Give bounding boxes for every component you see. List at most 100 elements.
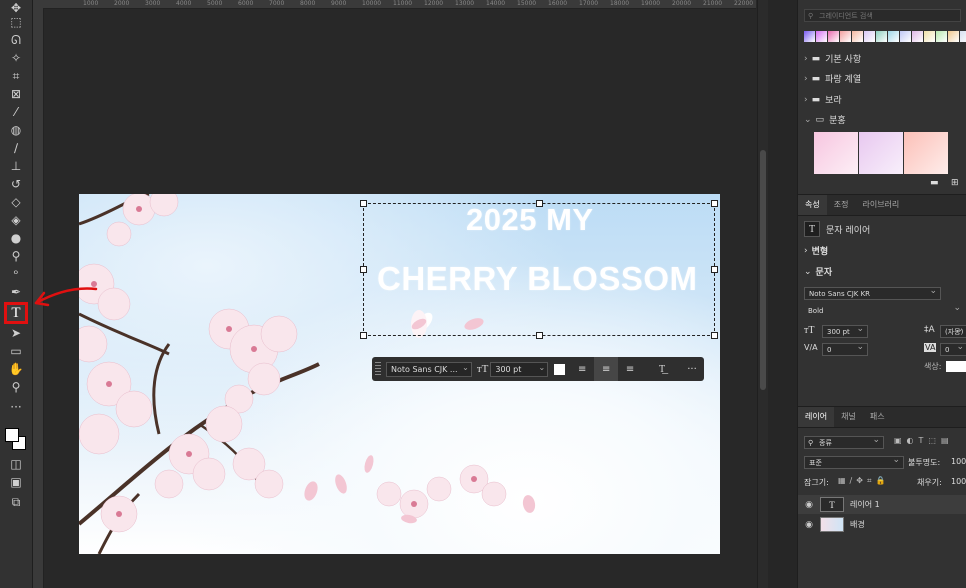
gradient-swatch[interactable] — [864, 31, 875, 42]
gradient-swatch[interactable] — [912, 31, 923, 42]
opacity-value[interactable]: 100% — [951, 457, 966, 466]
tab-layers[interactable]: 레이어 — [798, 407, 835, 427]
gradient-preset-thumb[interactable] — [904, 132, 948, 174]
gradient-swatch[interactable] — [828, 31, 839, 42]
new-gradient-icon[interactable]: ⊞ — [951, 178, 959, 188]
kerning-icon: V/A — [804, 343, 818, 352]
lock-icons[interactable]: ▦∕✥⌗🔒 — [838, 476, 889, 486]
new-group-icon[interactable]: ▬ — [930, 178, 939, 188]
rectangle-tool-icon[interactable]: ▭ — [6, 343, 26, 359]
pen-tool-icon[interactable]: ✒ — [6, 284, 26, 300]
align-left-icon[interactable]: ≡ — [570, 357, 594, 381]
vertical-scrollbar[interactable] — [757, 0, 768, 588]
folder-pink[interactable]: ⌄ ▭ 분홍 — [804, 113, 846, 127]
gradient-swatch[interactable] — [888, 31, 899, 42]
gradient-swatch[interactable] — [960, 31, 966, 42]
font-style-select[interactable]: Bold — [804, 302, 964, 318]
transform-handle[interactable] — [711, 266, 718, 273]
clone-stamp-tool-icon[interactable]: ⊥ — [6, 158, 26, 174]
magic-wand-tool-icon[interactable]: ✧ — [6, 50, 26, 66]
gradient-preset-thumb[interactable] — [859, 132, 903, 174]
font-family-dropdown[interactable]: Noto Sans CJK ... ⌄ — [385, 361, 472, 377]
eyedropper-tool-icon[interactable]: ⁄ — [6, 104, 26, 120]
text-color-swatch[interactable] — [554, 363, 566, 375]
transform-handle[interactable] — [536, 200, 543, 207]
layer-filter-select[interactable]: ⚲ 종류 — [804, 434, 884, 449]
gradient-swatch[interactable] — [900, 31, 911, 42]
grip-handle-icon[interactable] — [375, 362, 381, 376]
transform-handle[interactable] — [711, 332, 718, 339]
visibility-eye-icon[interactable]: ◉ — [798, 500, 820, 510]
crop-tool-icon[interactable]: ⌗ — [6, 68, 26, 84]
transform-handle[interactable] — [360, 332, 367, 339]
artboard-icon[interactable]: ⧉ — [6, 494, 26, 510]
leading-select[interactable]: (자동) — [940, 323, 966, 338]
text-color-swatch[interactable] — [946, 361, 966, 372]
warp-text-icon[interactable]: T͟ — [650, 357, 674, 381]
font-size-dropdown[interactable]: 300 pt ⌄ — [490, 361, 549, 377]
screen-mode-icon[interactable]: ▣ — [6, 474, 26, 490]
kerning-select[interactable]: 0 — [822, 341, 868, 356]
gradient-swatch[interactable] — [816, 31, 827, 42]
healing-brush-tool-icon[interactable]: ◍ — [6, 122, 26, 138]
blur-tool-icon[interactable]: ● — [6, 230, 26, 246]
history-brush-tool-icon[interactable]: ↺ — [6, 176, 26, 192]
folder-blue[interactable]: › ▬ 파랑 계열 — [804, 72, 861, 86]
path-selection-tool-icon[interactable]: ➤ — [6, 325, 26, 341]
layer-row-background[interactable]: ◉ 배경 — [798, 515, 966, 534]
gradient-search-input[interactable]: ⚲ 그레이디언트 검색 — [804, 9, 961, 22]
fill-value[interactable]: 100% — [951, 477, 966, 486]
text-bounding-box[interactable] — [360, 200, 718, 339]
zoom-tool-icon[interactable]: ⚲ — [6, 379, 26, 395]
tab-libraries[interactable]: 라이브러리 — [855, 195, 906, 215]
ruler-tick-label: 11000 — [393, 0, 413, 7]
blend-mode-select[interactable]: 표준 — [804, 454, 904, 469]
dodge-tool-icon[interactable]: ⚲ — [6, 248, 26, 264]
transform-section[interactable]: › 변형 — [804, 244, 828, 258]
folder-basic[interactable]: › ▬ 기본 사항 — [804, 52, 861, 66]
ruler-tick-label: 15000 — [517, 0, 537, 7]
layer-row-text[interactable]: ◉ T 레이어 1 — [798, 495, 966, 514]
folder-purple[interactable]: › ▬ 보라 — [804, 93, 842, 107]
font-family-select[interactable]: Noto Sans CJK KR — [804, 285, 941, 300]
scrollbar-thumb[interactable] — [760, 150, 766, 390]
tab-paths[interactable]: 패스 — [863, 407, 892, 427]
tab-channels[interactable]: 채널 — [834, 407, 863, 427]
gradient-swatch[interactable] — [948, 31, 959, 42]
align-right-icon[interactable]: ≡ — [618, 357, 642, 381]
marquee-tool-icon[interactable]: ⬚ — [6, 14, 26, 30]
ruler-tick-label: 5000 — [207, 0, 223, 7]
gradient-swatch[interactable] — [852, 31, 863, 42]
foreground-color-swatch[interactable] — [5, 428, 19, 442]
hand-tool-icon[interactable]: ✋ — [6, 361, 26, 377]
gradient-swatch[interactable] — [840, 31, 851, 42]
ruler-tick-label: 6000 — [238, 0, 254, 7]
lasso-tool-icon[interactable]: ᘏ — [6, 32, 26, 48]
frame-tool-icon[interactable]: ⊠ — [6, 86, 26, 102]
type-tool-icon[interactable]: T — [4, 302, 28, 324]
transform-handle[interactable] — [536, 332, 543, 339]
eraser-tool-icon[interactable]: ◇ — [6, 194, 26, 210]
transform-handle[interactable] — [711, 200, 718, 207]
more-tools-icon[interactable]: ··· — [6, 399, 26, 415]
tab-properties[interactable]: 속성 — [798, 195, 827, 215]
quick-mask-icon[interactable]: ◫ — [6, 456, 26, 472]
visibility-eye-icon[interactable]: ◉ — [798, 520, 820, 530]
gradient-preset-thumb[interactable] — [814, 132, 858, 174]
tab-adjustments[interactable]: 조정 — [827, 195, 856, 215]
align-center-icon[interactable]: ≡ — [594, 357, 619, 381]
font-size-select[interactable]: 300 pt — [822, 323, 868, 338]
brush-tool-icon[interactable]: ∕ — [6, 140, 26, 156]
transform-handle[interactable] — [360, 200, 367, 207]
tracking-select[interactable]: 0 — [940, 341, 966, 356]
paint-bucket-tool-icon[interactable]: ◈ — [6, 212, 26, 228]
gradient-swatch[interactable] — [924, 31, 935, 42]
burn-tool-icon[interactable]: ᵒ — [6, 266, 26, 282]
gradient-swatch[interactable] — [936, 31, 947, 42]
gradient-swatch[interactable] — [804, 31, 815, 42]
gradient-swatch[interactable] — [876, 31, 887, 42]
character-section[interactable]: ⌄ 문자 — [804, 265, 832, 279]
layer-filter-icons[interactable]: ▣◐T⬚▤ — [894, 436, 954, 445]
transform-handle[interactable] — [360, 266, 367, 273]
more-options-icon[interactable]: ··· — [680, 357, 704, 381]
